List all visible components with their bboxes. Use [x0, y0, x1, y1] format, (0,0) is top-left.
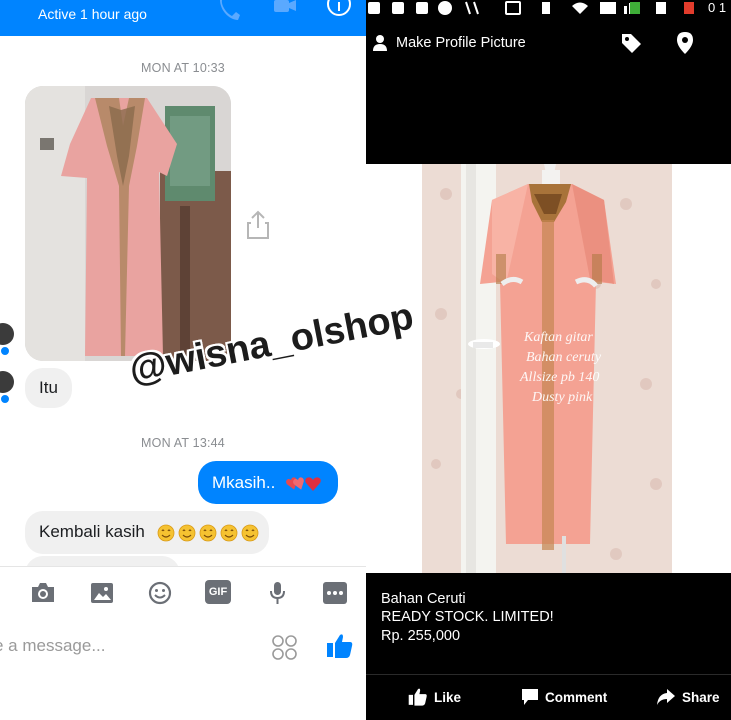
status-bar: 0 1 — [366, 0, 731, 18]
timestamp-divider: MON AT 10:33 — [141, 61, 225, 75]
profile-icon — [373, 35, 387, 51]
share-arrow-icon — [657, 689, 675, 705]
gif-icon[interactable]: GIF — [205, 580, 231, 604]
make-profile-picture-button[interactable]: Make Profile Picture — [396, 35, 526, 51]
messenger-badge-icon — [0, 346, 10, 356]
tag-icon[interactable] — [620, 32, 642, 54]
dress-photo — [366, 164, 731, 573]
conversation-header: Active 1 hour ago — [0, 0, 366, 36]
share-label: Share — [682, 689, 720, 705]
message-text: Mkasih.. — [212, 473, 276, 492]
microphone-icon[interactable] — [264, 581, 290, 605]
message-input[interactable]: e a message... — [0, 636, 106, 656]
photo-message[interactable] — [25, 86, 231, 361]
overlay-text: Dusty pink — [532, 390, 593, 405]
gallery-icon[interactable] — [89, 581, 115, 605]
message-bubble-received[interactable]: Itu — [25, 368, 72, 408]
product-photo[interactable]: Kaftan gitar Bahan ceruty Allsize pb 140… — [366, 164, 731, 573]
share-button[interactable]: Share — [656, 686, 720, 708]
avatar[interactable] — [0, 323, 14, 345]
divider — [366, 674, 731, 675]
like-label: Like — [434, 689, 462, 705]
caption-line: READY STOCK. LIMITED! — [381, 609, 554, 625]
hearts-emoji-icon — [286, 477, 321, 491]
message-bubble-sent[interactable]: Mkasih.. — [198, 461, 338, 504]
camera-icon[interactable] — [30, 581, 56, 605]
thumbs-up-icon — [408, 688, 427, 706]
comment-button[interactable]: Comment — [521, 686, 607, 708]
overlay-text: Bahan ceruty — [526, 350, 602, 365]
video-camera-icon[interactable] — [273, 0, 297, 22]
sticker-icon[interactable] — [271, 635, 299, 661]
timestamp-divider: MON AT 13:44 — [141, 436, 225, 450]
caption-line: Bahan Ceruti — [381, 591, 466, 607]
emoji-icon[interactable] — [147, 581, 173, 605]
dress-photo — [25, 86, 231, 361]
caption-line: Rp. 255,000 — [381, 628, 461, 644]
photo-viewer-panel: 0 1 Make Profile Picture Kaftan gitar Ba… — [366, 0, 731, 720]
status-icons — [368, 1, 694, 15]
messenger-badge-icon — [0, 394, 10, 404]
smile-emoji-icon — [157, 524, 259, 542]
comment-icon — [522, 689, 538, 705]
overlay-text: Kaftan gitar — [524, 330, 593, 345]
photo-viewer-toolbar: Make Profile Picture — [366, 24, 731, 62]
avatar[interactable] — [0, 371, 14, 393]
message-text: Kembali kasih — [39, 522, 145, 541]
location-pin-icon[interactable] — [676, 31, 694, 55]
thumbs-up-icon[interactable] — [326, 632, 354, 660]
message-bubble-received[interactable]: Kembali kasih — [25, 511, 269, 554]
clock: 0 1 — [708, 0, 727, 15]
share-icon[interactable] — [245, 210, 271, 240]
message-text: Itu — [39, 378, 58, 397]
active-status: Active 1 hour ago — [38, 6, 147, 22]
more-icon[interactable] — [322, 581, 348, 605]
overlay-text: Allsize pb 140 — [520, 370, 600, 385]
phone-icon[interactable] — [218, 0, 242, 22]
info-icon[interactable] — [327, 0, 351, 22]
comment-label: Comment — [545, 689, 608, 705]
like-button[interactable]: Like — [408, 686, 461, 708]
